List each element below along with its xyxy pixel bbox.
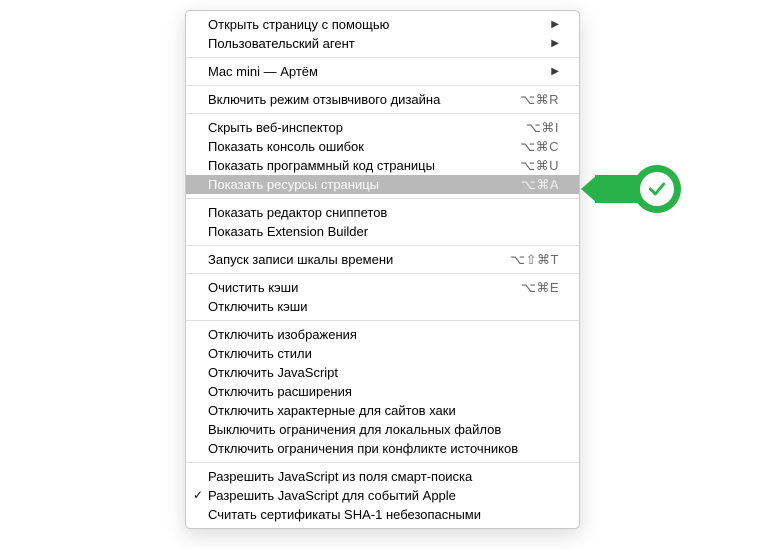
menu-item-label: Разрешить JavaScript для событий Apple xyxy=(208,486,559,505)
menu-item[interactable]: Включить режим отзывчивого дизайна ⌥⌘R xyxy=(186,90,579,109)
chevron-right-icon: ▶ xyxy=(551,34,559,53)
menu-item[interactable]: Отключить характерные для сайтов хаки xyxy=(186,401,579,420)
menu-item-label: Запуск записи шкалы времени xyxy=(208,250,500,269)
menu-item-label: Отключить JavaScript xyxy=(208,363,559,382)
callout-badge-inner xyxy=(640,172,674,206)
highlight-callout xyxy=(595,165,690,213)
chevron-right-icon: ▶ xyxy=(551,62,559,81)
menu-item-label: Отключить характерные для сайтов хаки xyxy=(208,401,559,420)
menu-item-label: Открыть страницу с помощью xyxy=(208,15,541,34)
chevron-right-icon: ▶ xyxy=(551,15,559,34)
menu-item-label: Разрешить JavaScript из поля смарт-поиск… xyxy=(208,467,559,486)
menu-item[interactable]: Запуск записи шкалы времени ⌥⇧⌘T xyxy=(186,250,579,269)
menu-separator xyxy=(186,320,579,321)
menu-item-label: Отключить расширения xyxy=(208,382,559,401)
menu-item-label: Показать ресурсы страницы xyxy=(208,175,511,194)
checkmark-icon: ✓ xyxy=(193,486,203,505)
menu-item-label: Считать сертификаты SHA-1 небезопасными xyxy=(208,505,559,524)
menu-item[interactable]: Отключить изображения xyxy=(186,325,579,344)
menu-item-shortcut: ⌥⌘U xyxy=(520,156,559,175)
menu-item[interactable]: Очистить кэши ⌥⌘E xyxy=(186,278,579,297)
menu-item[interactable]: ✓ Разрешить JavaScript для событий Apple xyxy=(186,486,579,505)
menu-item[interactable]: Показать ресурсы страницы ⌥⌘A xyxy=(186,175,579,194)
menu-item-shortcut: ⌥⌘A xyxy=(521,175,559,194)
menu-item-label: Выключить ограничения для локальных файл… xyxy=(208,420,559,439)
menu-item[interactable]: Разрешить JavaScript из поля смарт-поиск… xyxy=(186,467,579,486)
menu-item[interactable]: Показать Extension Builder xyxy=(186,222,579,241)
menu-item-shortcut: ⌥⌘I xyxy=(526,118,559,137)
menu-item-shortcut: ⌥⇧⌘T xyxy=(510,250,559,269)
menu-item-label: Показать Extension Builder xyxy=(208,222,559,241)
menu-separator xyxy=(186,113,579,114)
context-menu: Открыть страницу с помощью▶Пользовательс… xyxy=(185,10,580,529)
menu-separator xyxy=(186,462,579,463)
menu-item[interactable]: Отключить кэши xyxy=(186,297,579,316)
menu-item-shortcut: ⌥⌘E xyxy=(521,278,559,297)
menu-item-shortcut: ⌥⌘R xyxy=(520,90,559,109)
menu-item[interactable]: Показать редактор сниппетов xyxy=(186,203,579,222)
menu-item-label: Отключить стили xyxy=(208,344,559,363)
menu-item[interactable]: Открыть страницу с помощью ▶ xyxy=(186,15,579,34)
menu-item[interactable]: Пользовательский агент ▶ xyxy=(186,34,579,53)
checkmark-icon xyxy=(647,179,667,199)
menu-separator xyxy=(186,245,579,246)
menu-item[interactable]: Отключить JavaScript xyxy=(186,363,579,382)
menu-separator xyxy=(186,273,579,274)
menu-item[interactable]: Выключить ограничения для локальных файл… xyxy=(186,420,579,439)
menu-item-label: Mac mini — Артём xyxy=(208,62,541,81)
menu-item-label: Показать программный код страницы xyxy=(208,156,510,175)
menu-item[interactable]: Скрыть веб-инспектор ⌥⌘I xyxy=(186,118,579,137)
menu-item-label: Отключить изображения xyxy=(208,325,559,344)
menu-item[interactable]: Отключить ограничения при конфликте исто… xyxy=(186,439,579,458)
menu-item-label: Пользовательский агент xyxy=(208,34,541,53)
menu-item-label: Показать редактор сниппетов xyxy=(208,203,559,222)
menu-item[interactable]: Показать консоль ошибок ⌥⌘C xyxy=(186,137,579,156)
menu-separator xyxy=(186,85,579,86)
menu-item[interactable]: Mac mini — Артём ▶ xyxy=(186,62,579,81)
menu-item-label: Включить режим отзывчивого дизайна xyxy=(208,90,510,109)
menu-item[interactable]: Отключить стили xyxy=(186,344,579,363)
menu-item-label: Отключить ограничения при конфликте исто… xyxy=(208,439,559,458)
menu-item-label: Отключить кэши xyxy=(208,297,559,316)
menu-item[interactable]: Показать программный код страницы ⌥⌘U xyxy=(186,156,579,175)
menu-item-label: Показать консоль ошибок xyxy=(208,137,510,156)
menu-item[interactable]: Считать сертификаты SHA-1 небезопасными xyxy=(186,505,579,524)
menu-item[interactable]: Отключить расширения xyxy=(186,382,579,401)
menu-item-label: Скрыть веб-инспектор xyxy=(208,118,516,137)
menu-item-shortcut: ⌥⌘C xyxy=(520,137,559,156)
menu-item-label: Очистить кэши xyxy=(208,278,511,297)
menu-separator xyxy=(186,57,579,58)
callout-badge xyxy=(633,165,681,213)
menu-separator xyxy=(186,198,579,199)
